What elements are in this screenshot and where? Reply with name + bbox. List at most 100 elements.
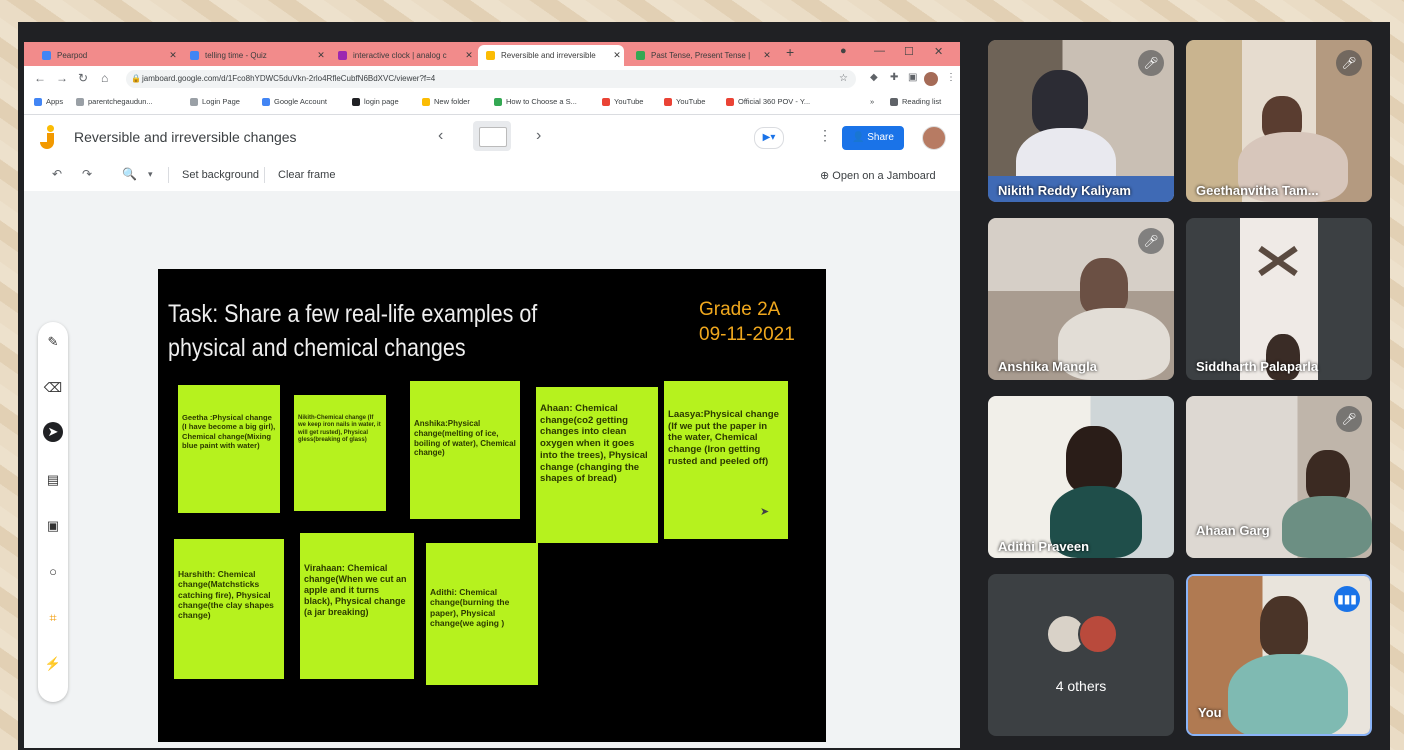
bookmark-youtube-2[interactable]: YouTube: [664, 97, 705, 106]
person-icon: 👤: [852, 132, 868, 143]
redo-icon[interactable]: ↷: [82, 167, 92, 181]
close-icon[interactable]: ✕: [314, 50, 328, 61]
others-avatar-2: [1078, 614, 1118, 654]
participant-name: Anshika Mangla: [998, 359, 1097, 374]
bookmark-label: YouTube: [676, 97, 706, 106]
home-icon[interactable]: ⌂: [101, 71, 108, 85]
zoom-dropdown-icon[interactable]: ▾: [148, 169, 153, 180]
participant-name: Geethanvitha Tam...: [1196, 183, 1319, 198]
menu-kebab-icon[interactable]: ⋮: [946, 72, 956, 83]
present-icon[interactable]: ▶▾: [754, 127, 784, 149]
page-icon: [76, 97, 84, 106]
bookmark-reading-list[interactable]: Reading list: [890, 97, 941, 106]
bookmark-official-360[interactable]: Official 360 POV - Y...: [726, 97, 810, 106]
bookmark-label: Official 360 POV - Y...: [738, 97, 811, 106]
address-bar-row: ← → ↻ ⌂ 🔒 jamboard.google.com/d/1Fco8hYD…: [24, 66, 960, 92]
sticky-note-adithi[interactable]: Adithi: Chemical change(burning the pape…: [426, 543, 538, 685]
quiz-favicon-icon: [190, 51, 199, 60]
bookmark-google-account[interactable]: Google Account: [262, 97, 327, 106]
previous-frame-icon[interactable]: ‹: [438, 127, 443, 145]
tab-pearpod[interactable]: Pearpod ✕: [34, 45, 180, 66]
bookmark-youtube-1[interactable]: YouTube: [602, 97, 643, 106]
close-icon[interactable]: ✕: [760, 50, 774, 61]
profile-icon[interactable]: ●: [840, 45, 847, 57]
bookmark-login[interactable]: Login Page: [190, 97, 240, 106]
bookmark-parent[interactable]: parentchegaudun...: [76, 97, 153, 106]
participant-tile-geethanvitha[interactable]: 🎤︎ Geethanvitha Tam...: [1186, 40, 1372, 202]
google-icon: [262, 97, 270, 106]
jam-frame: Task: Share a few real-life examples of …: [158, 269, 826, 742]
tab-past-tense[interactable]: Past Tense, Present Tense | ✕: [628, 45, 774, 66]
back-arrow-icon[interactable]: ←: [34, 71, 46, 85]
url-omnibox[interactable]: 🔒 jamboard.google.com/d/1Fco8hYDWC5duVkn…: [126, 70, 856, 88]
bookmark-apps[interactable]: Apps: [34, 97, 63, 106]
open-on-jamboard-button[interactable]: ⊕ Open on a Jamboard: [820, 169, 936, 182]
bookmark-how-to-choose[interactable]: How to Choose a S...: [494, 97, 577, 106]
forward-arrow-icon[interactable]: →: [56, 71, 68, 85]
jam-title[interactable]: Reversible and irreversible changes: [74, 129, 297, 145]
select-cursor-icon[interactable]: ➤: [43, 422, 63, 442]
extension-icon[interactable]: ◆: [870, 72, 878, 83]
others-count-label: 4 others: [1055, 678, 1107, 694]
tab-reversible-changes[interactable]: Reversible and irreversible ✕: [478, 45, 624, 66]
participant-tile-nikith[interactable]: 🎤︎ Nikith Reddy Kaliyam: [988, 40, 1174, 202]
frame-thumbnail-button[interactable]: [473, 121, 511, 151]
profile-avatar[interactable]: [924, 72, 938, 86]
mic-off-icon: 🎤︎: [1336, 406, 1362, 432]
tense-favicon-icon: [636, 51, 645, 60]
bookmark-star-icon[interactable]: ☆: [839, 70, 848, 88]
minimize-icon[interactable]: —: [874, 45, 885, 57]
tab-telling-time[interactable]: telling time - Quiz ✕: [182, 45, 328, 66]
sticky-note-icon[interactable]: ▤: [43, 470, 63, 490]
sticky-note-harshith[interactable]: Harshith: Chemical change(Matchsticks ca…: [174, 539, 284, 679]
bookmark-label: Reading list: [902, 97, 942, 106]
user-avatar[interactable]: [922, 126, 946, 150]
participant-tile-self[interactable]: ▮▮▮ You: [1186, 574, 1372, 736]
undo-icon[interactable]: ↶: [52, 167, 62, 181]
close-icon[interactable]: ✕: [462, 50, 476, 61]
pen-icon[interactable]: ✎: [43, 332, 63, 352]
clear-frame-button[interactable]: Clear frame: [278, 169, 335, 181]
self-label: You: [1198, 705, 1222, 720]
sticky-note-laasya[interactable]: Laasya:Physical change (If we put the pa…: [664, 381, 788, 539]
sticky-note-anshika[interactable]: Anshika:Physical change(melting of ice, …: [410, 381, 520, 519]
set-background-button[interactable]: Set background: [182, 169, 259, 181]
youtube-icon: [664, 97, 672, 106]
participant-tile-adithi[interactable]: Adithi Praveen: [988, 396, 1174, 558]
sticky-note-virahaan[interactable]: Virahaan: Chemical change(When we cut an…: [300, 533, 414, 679]
puzzle-icon[interactable]: ✚: [890, 72, 898, 83]
bookmark-login-page[interactable]: login page: [352, 97, 399, 106]
participant-name: Nikith Reddy Kaliyam: [998, 183, 1131, 198]
bookmark-new-folder[interactable]: New folder: [422, 97, 470, 106]
participant-tile-others[interactable]: 4 others: [988, 574, 1174, 736]
share-button[interactable]: 👤 Share: [842, 126, 904, 150]
teacher-head: [1260, 596, 1308, 656]
close-icon[interactable]: ✕: [610, 50, 624, 61]
close-icon[interactable]: ✕: [166, 50, 180, 61]
laser-icon[interactable]: ⚡: [43, 654, 63, 674]
participant-tile-ahaan[interactable]: 🎤︎ Ahaan Garg: [1186, 396, 1372, 558]
next-frame-icon[interactable]: ›: [536, 127, 541, 145]
text-box-icon[interactable]: ⌗: [43, 608, 63, 628]
participant-tile-anshika[interactable]: 🎤︎ Anshika Mangla: [988, 218, 1174, 380]
sticky-note-geetha[interactable]: Geetha :Physical change (I have become a…: [178, 385, 280, 513]
participant-tile-siddharth[interactable]: Siddharth Palaparla: [1186, 218, 1372, 380]
teacher-body: [1228, 654, 1348, 734]
image-icon[interactable]: ▣: [43, 516, 63, 536]
zoom-icon[interactable]: 🔍: [122, 167, 137, 181]
eraser-icon[interactable]: ⌫: [43, 378, 63, 398]
sticky-note-nikith[interactable]: Nikith-Chemical change (If we keep iron …: [294, 395, 386, 511]
tab-interactive-clock[interactable]: interactive clock | analog c ✕: [330, 45, 476, 66]
tab-label: Past Tense, Present Tense |: [651, 51, 751, 60]
more-bookmarks-icon[interactable]: »: [870, 97, 874, 106]
bookmark-label: Google Account: [274, 97, 327, 106]
reading-mode-icon[interactable]: ▣: [908, 72, 917, 83]
window-close-icon[interactable]: ✕: [934, 45, 943, 58]
maximize-icon[interactable]: ☐: [904, 45, 914, 58]
new-tab-button[interactable]: +: [786, 44, 794, 60]
sticky-note-ahaan[interactable]: Ahaan: Chemical change(co2 getting chang…: [536, 387, 658, 543]
reload-icon[interactable]: ↻: [78, 71, 88, 85]
circle-shape-icon[interactable]: ○: [43, 562, 63, 582]
toolbar-divider: [264, 167, 265, 183]
more-options-icon[interactable]: ⋮: [818, 127, 832, 144]
